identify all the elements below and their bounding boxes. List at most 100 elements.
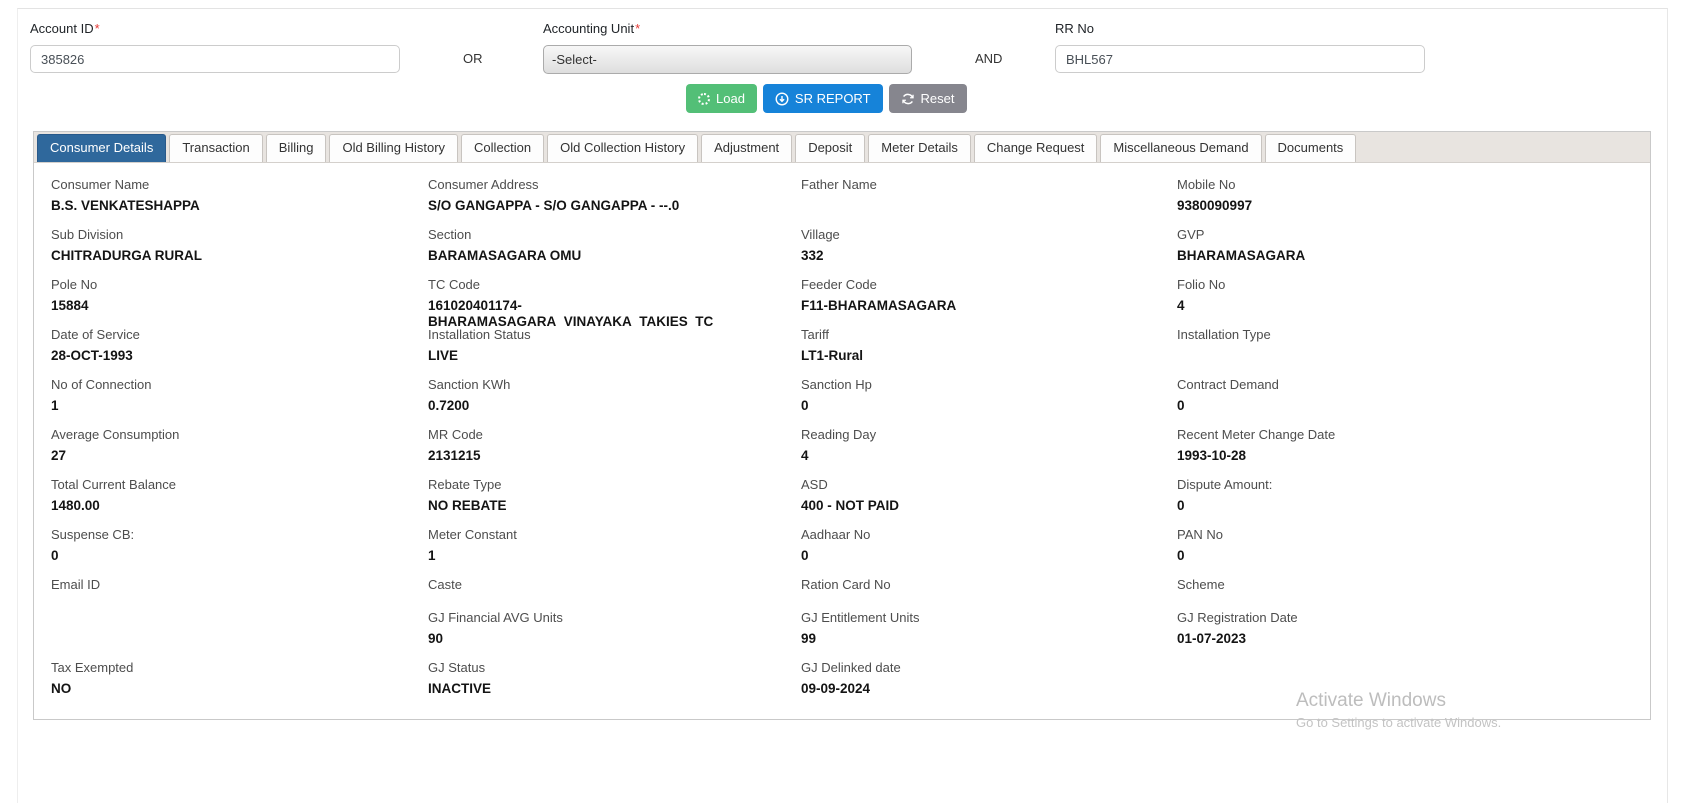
field-label: Date of Service [51, 327, 140, 342]
field-installation-type: Installation Type [1177, 327, 1650, 377]
field-mr-code: MR Code 2131215 [428, 427, 801, 477]
refresh-icon [901, 92, 915, 106]
field-value: 1993-10-28 [1177, 448, 1247, 463]
field-label: Tax Exempted [51, 660, 134, 675]
field-label: Ration Card No [801, 577, 891, 592]
field-label: Recent Meter Change Date [1177, 427, 1336, 442]
field-no-of-connection: No of Connection 1 [51, 377, 428, 427]
field-tariff: Tariff LT1-Rural [801, 327, 1177, 377]
field-label: No of Connection [51, 377, 152, 392]
account-id-input[interactable] [30, 45, 400, 73]
field-value: 0 [1177, 398, 1185, 413]
load-button[interactable]: Load [686, 84, 757, 113]
field-label: Caste [428, 577, 462, 592]
field-value: NO [51, 681, 72, 696]
field-value: 99 [801, 631, 817, 646]
tab-miscellaneous-demand[interactable]: Miscellaneous Demand [1100, 134, 1262, 162]
field-label: GJ Financial AVG Units [428, 610, 563, 625]
field-father-name: Father Name [801, 177, 1177, 227]
tab-change-request[interactable]: Change Request [973, 134, 1098, 162]
field-label: Meter Constant [428, 527, 517, 542]
tab-adjustment[interactable]: Adjustment [701, 134, 793, 162]
field-folio-no: Folio No 4 [1177, 277, 1650, 327]
field-asd: ASD 400 - NOT PAID [801, 477, 1177, 527]
load-button-label: Load [716, 91, 745, 106]
field-label: Feeder Code [801, 277, 877, 292]
field-reading-day: Reading Day 4 [801, 427, 1177, 477]
sr-report-button[interactable]: SR REPORT [762, 84, 883, 113]
field-total-current-balance: Total Current Balance 1480.00 [51, 477, 428, 527]
tab-transaction[interactable]: Transaction [169, 134, 263, 162]
field-contract-demand: Contract Demand 0 [1177, 377, 1650, 427]
field-label: GVP [1177, 227, 1205, 242]
field-label: Average Consumption [51, 427, 180, 442]
rr-no-group: RR No [1055, 20, 1425, 73]
tab-consumer-details[interactable]: Consumer Details [37, 134, 167, 162]
field-label: Total Current Balance [51, 477, 177, 492]
field-value: CHITRADURGA RURAL [51, 248, 202, 263]
field-gj-entitlement-units: GJ Entitlement Units 99 [801, 610, 1177, 660]
field-consumer-address: Consumer Address S/O GANGAPPA - S/O GANGA… [428, 177, 801, 227]
field-label: Scheme [1177, 577, 1225, 592]
and-label: AND [975, 51, 1003, 66]
field-value: 0 [1177, 498, 1185, 513]
field-suspense-cb: Suspense CB: 0 [51, 527, 428, 577]
tab-documents[interactable]: Documents [1264, 134, 1357, 162]
field-value: 4 [1177, 298, 1185, 313]
field-pole-no: Pole No 15884 [51, 277, 428, 327]
field-village: Village 332 [801, 227, 1177, 277]
accounting-unit-select[interactable]: -Select- [543, 45, 912, 74]
field-label: Installation Type [1177, 327, 1271, 342]
field-label: Consumer Address [428, 177, 539, 192]
field-consumer-name: Consumer Name B.S. VENKATESHAPPA [51, 177, 428, 227]
field-value: 9380090997 [1177, 198, 1253, 213]
field-label: Suspense CB: [51, 527, 135, 542]
field-installation-status: Installation Status LIVE [428, 327, 801, 377]
field-email-id: Email ID [51, 577, 428, 610]
field-value: B.S. VENKATESHAPPA [51, 198, 200, 213]
reset-button[interactable]: Reset [888, 84, 967, 113]
activate-windows-watermark: Activate Windows Go to Settings to activ… [1296, 690, 1501, 731]
tab-billing[interactable]: Billing [265, 134, 327, 162]
field-sub-division: Sub Division CHITRADURGA RURAL [51, 227, 428, 277]
field-value: 400 - NOT PAID [801, 498, 900, 513]
field-value: BHARAMASAGARA [1177, 248, 1306, 263]
field-value: 09-09-2024 [801, 681, 871, 696]
tabs-bar: Consumer Details Transaction Billing Old Bi… [34, 132, 1650, 163]
tab-old-collection-history[interactable]: Old Collection History [547, 134, 699, 162]
field-feeder-code: Feeder Code F11-BHARAMASAGARA [801, 277, 1177, 327]
field-label: Email ID [51, 577, 101, 592]
field-meter-constant: Meter Constant 1 [428, 527, 801, 577]
reset-button-label: Reset [920, 91, 955, 106]
field-scheme: Scheme [1177, 577, 1650, 610]
field-empty [51, 610, 428, 660]
tab-deposit[interactable]: Deposit [795, 134, 866, 162]
field-value: 90 [428, 631, 444, 646]
field-value: 15884 [51, 298, 89, 313]
field-gj-financial-avg-units: GJ Financial AVG Units 90 [428, 610, 801, 660]
field-label: Contract Demand [1177, 377, 1279, 392]
rr-no-input[interactable] [1055, 45, 1425, 73]
field-aadhaar-no: Aadhaar No 0 [801, 527, 1177, 577]
field-tc-code: TC Code 161020401174-BHARAMASAGARA_VINAYA… [428, 277, 801, 327]
required-asterisk: * [94, 21, 100, 36]
field-value: 0 [1177, 548, 1185, 563]
tab-meter-details[interactable]: Meter Details [868, 134, 971, 162]
rr-no-label: RR No [1055, 21, 1095, 36]
tab-collection[interactable]: Collection [461, 134, 545, 162]
tab-old-billing-history[interactable]: Old Billing History [329, 134, 459, 162]
field-gj-status: GJ Status INACTIVE [428, 660, 801, 710]
action-buttons: Load SR REPORT Reset [686, 84, 967, 113]
field-label: GJ Registration Date [1177, 610, 1298, 625]
field-value: F11-BHARAMASAGARA [801, 298, 957, 313]
field-label: Sanction KWh [428, 377, 511, 392]
watermark-line2: Go to Settings to activate Windows. [1296, 715, 1502, 730]
field-value: NO REBATE [428, 498, 507, 513]
field-value: 1 [428, 548, 436, 563]
field-label: Tariff [801, 327, 829, 342]
field-average-consumption: Average Consumption 27 [51, 427, 428, 477]
field-rebate-type: Rebate Type NO REBATE [428, 477, 801, 527]
field-value: 2131215 [428, 448, 481, 463]
field-gj-delinked-date: GJ Delinked date 09-09-2024 [801, 660, 1177, 710]
field-mobile-no: Mobile No 9380090997 [1177, 177, 1650, 227]
